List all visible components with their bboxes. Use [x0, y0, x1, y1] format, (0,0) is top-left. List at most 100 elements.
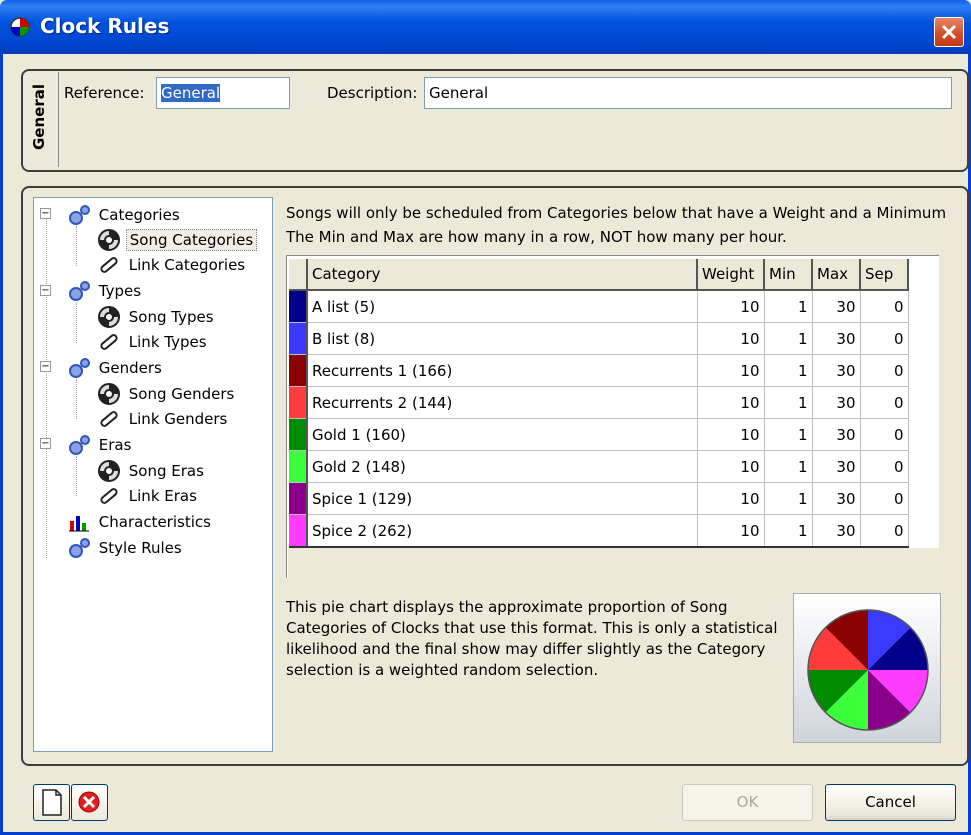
- delete-button[interactable]: [71, 784, 108, 821]
- category-color-swatch-fill: [289, 291, 306, 322]
- max-cell[interactable]: 30: [812, 514, 861, 548]
- max-cell[interactable]: 30: [812, 354, 861, 387]
- table-row[interactable]: Recurrents 1 (166) 10 1 30 0: [289, 354, 909, 387]
- max-cell[interactable]: 30: [812, 418, 861, 451]
- category-cell[interactable]: Spice 2 (262): [307, 514, 698, 548]
- ok-button[interactable]: OK: [682, 784, 813, 821]
- sep-cell[interactable]: 0: [860, 482, 909, 515]
- max-cell[interactable]: 30: [812, 482, 861, 515]
- category-cell[interactable]: Gold 2 (148): [307, 450, 698, 483]
- tree-item-song-genders[interactable]: Song Genders: [97, 383, 237, 407]
- min-cell[interactable]: 1: [764, 386, 813, 419]
- tree-item-characteristics[interactable]: Characteristics: [67, 511, 214, 535]
- weight-cell[interactable]: 10: [697, 482, 765, 515]
- table-row[interactable]: B list (8) 10 1 30 0: [289, 322, 909, 355]
- weight-cell[interactable]: 10: [697, 290, 765, 323]
- column-header-min[interactable]: Min: [764, 259, 813, 291]
- max-cell[interactable]: 30: [812, 322, 861, 355]
- sep-cell[interactable]: 0: [860, 354, 909, 387]
- sep-cell[interactable]: 0: [860, 386, 909, 419]
- tree-item-label: Categories: [98, 206, 180, 224]
- tree-item-types[interactable]: Types: [67, 280, 144, 304]
- tree-item-song-types[interactable]: Song Types: [97, 306, 217, 330]
- tree-item-label: Song Types: [128, 308, 214, 326]
- app-icon: [10, 17, 30, 37]
- column-header-sep[interactable]: Sep: [860, 259, 909, 291]
- tree-line: [76, 456, 77, 496]
- category-color-swatch: [289, 290, 308, 323]
- tree-item-label: Link Types: [128, 333, 207, 351]
- table-row[interactable]: A list (5) 10 1 30 0: [289, 290, 909, 323]
- min-cell[interactable]: 1: [764, 482, 813, 515]
- reference-input[interactable]: General: [156, 77, 290, 109]
- column-header-category[interactable]: Category: [307, 259, 698, 291]
- category-cell[interactable]: Spice 1 (129): [307, 482, 698, 515]
- min-cell[interactable]: 1: [764, 322, 813, 355]
- max-cell[interactable]: 30: [812, 450, 861, 483]
- new-button[interactable]: [33, 784, 70, 821]
- max-cell[interactable]: 30: [812, 290, 861, 323]
- min-cell[interactable]: 1: [764, 354, 813, 387]
- description-input[interactable]: General: [424, 77, 952, 109]
- category-color-swatch: [289, 514, 308, 548]
- weight-cell[interactable]: 10: [697, 418, 765, 451]
- tree-item-song-eras[interactable]: Song Eras: [97, 460, 207, 484]
- min-cell[interactable]: 1: [764, 450, 813, 483]
- collapse-categories-toggle[interactable]: −: [40, 208, 51, 219]
- sep-cell[interactable]: 0: [860, 290, 909, 323]
- weight-cell[interactable]: 10: [697, 514, 765, 548]
- collapse-genders-toggle[interactable]: −: [40, 361, 51, 372]
- tree-item-genders[interactable]: Genders: [67, 357, 165, 381]
- min-cell[interactable]: 1: [764, 290, 813, 323]
- collapse-types-toggle[interactable]: −: [40, 285, 51, 296]
- description-label: Description:: [327, 84, 418, 102]
- category-cell[interactable]: Recurrents 1 (166): [307, 354, 698, 387]
- tree-item-categories[interactable]: Categories: [67, 204, 183, 228]
- column-header-weight[interactable]: Weight: [697, 259, 765, 291]
- weight-cell[interactable]: 10: [697, 322, 765, 355]
- category-color-swatch-fill: [289, 419, 306, 450]
- min-cell[interactable]: 1: [764, 514, 813, 548]
- info-line-1: Songs will only be scheduled from Catego…: [286, 204, 947, 222]
- collapse-eras-toggle[interactable]: −: [40, 438, 51, 449]
- tree-item-link-categories[interactable]: Link Categories: [97, 254, 248, 278]
- weight-cell[interactable]: 10: [697, 354, 765, 387]
- tree-item-song-categories[interactable]: Song Categories: [97, 229, 258, 253]
- pie-chart: [807, 609, 929, 731]
- max-cell[interactable]: 30: [812, 386, 861, 419]
- color-column-header: [289, 259, 308, 291]
- sep-cell[interactable]: 0: [860, 450, 909, 483]
- category-cell[interactable]: Gold 1 (160): [307, 418, 698, 451]
- sep-cell[interactable]: 0: [860, 514, 909, 548]
- table-row[interactable]: Gold 1 (160) 10 1 30 0: [289, 418, 909, 451]
- weight-cell[interactable]: 10: [697, 386, 765, 419]
- cancel-button[interactable]: Cancel: [825, 784, 956, 821]
- tree-item-label: Link Genders: [128, 410, 228, 428]
- info-line-2: The Min and Max are how many in a row, N…: [286, 228, 787, 246]
- category-cell[interactable]: B list (8): [307, 322, 698, 355]
- category-cell[interactable]: A list (5): [307, 290, 698, 323]
- tree-item-link-genders[interactable]: Link Genders: [97, 408, 230, 432]
- min-cell[interactable]: 1: [764, 418, 813, 451]
- pie-description-line: likelihood and the final show may differ…: [286, 640, 766, 658]
- pie-description: This pie chart displays the approximate …: [286, 597, 786, 681]
- tree-item-link-eras[interactable]: Link Eras: [97, 485, 200, 509]
- category-color-swatch: [289, 482, 308, 515]
- tree-item-style-rules[interactable]: Style Rules: [67, 537, 185, 561]
- table-row[interactable]: Spice 1 (129) 10 1 30 0: [289, 482, 909, 515]
- table-row[interactable]: Spice 2 (262) 10 1 30 0: [289, 514, 909, 548]
- table-row[interactable]: Recurrents 2 (144) 10 1 30 0: [289, 386, 909, 419]
- tree-item-label: Song Eras: [128, 462, 204, 480]
- tree-item-label: Song Genders: [128, 385, 235, 403]
- link-icon: [100, 334, 118, 350]
- category-cell[interactable]: Recurrents 2 (144): [307, 386, 698, 419]
- tree-item-link-types[interactable]: Link Types: [97, 331, 210, 355]
- weight-cell[interactable]: 10: [697, 450, 765, 483]
- sep-cell[interactable]: 0: [860, 418, 909, 451]
- general-tab[interactable]: General: [23, 72, 59, 167]
- column-header-max[interactable]: Max: [812, 259, 861, 291]
- sep-cell[interactable]: 0: [860, 322, 909, 355]
- close-button[interactable]: [934, 17, 964, 47]
- table-row[interactable]: Gold 2 (148) 10 1 30 0: [289, 450, 909, 483]
- tree-item-eras[interactable]: Eras: [67, 434, 134, 458]
